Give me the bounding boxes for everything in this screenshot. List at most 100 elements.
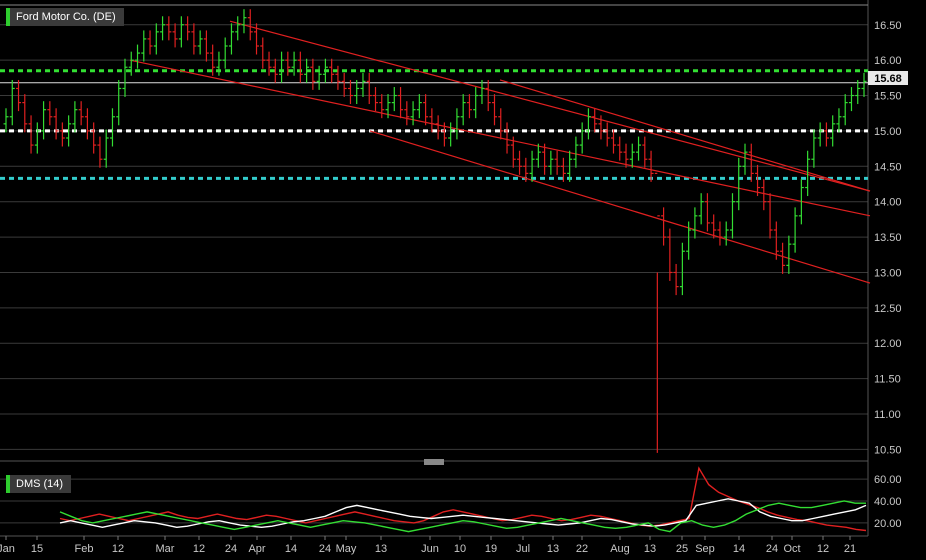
price-bar <box>197 30 203 55</box>
chart-svg: 16.50 16.00 15.50 15.00 14.50 14.00 13.50 13.00… <box>0 0 908 555</box>
x-tick-label: 12 <box>193 543 205 555</box>
price-bar <box>723 221 729 246</box>
price-bar <box>610 129 616 154</box>
price-bar <box>366 72 372 105</box>
x-tick-label: 15 <box>31 543 43 555</box>
x-tick-label: 13 <box>375 543 387 555</box>
price-bar <box>185 16 191 41</box>
price-bar <box>3 108 9 133</box>
y-tick-label: 15.00 <box>874 126 902 138</box>
x-ticks: Jan 15 Feb 12 Mar 12 24 Apr 14 24 May 13 Jun 10 19 Jul 1… <box>0 536 856 555</box>
price-bar <box>160 16 166 41</box>
price-bar <box>109 108 115 147</box>
price-bar <box>748 143 754 182</box>
price-bar <box>297 51 303 83</box>
price-bar <box>466 94 472 119</box>
price-bar <box>698 193 704 225</box>
trend-channel-line <box>499 79 871 192</box>
price-bar <box>28 115 34 154</box>
y-tick-label: 16.50 <box>874 20 902 32</box>
price-bar <box>717 221 723 246</box>
dms-grid <box>0 478 868 537</box>
price-bar <box>203 30 209 62</box>
x-tick-label: 24 <box>766 543 778 555</box>
price-bar <box>241 9 247 34</box>
price-bar <box>78 101 84 126</box>
price-bar <box>792 207 798 253</box>
price-bar <box>592 108 598 133</box>
price-bar <box>416 94 422 119</box>
price-bar <box>354 79 360 105</box>
price-bar <box>235 16 241 41</box>
price-bar <box>166 16 172 41</box>
y-tick-label: 11.50 <box>874 374 901 386</box>
x-tick-label: Sep <box>695 543 715 555</box>
price-y-ticks: 16.50 16.00 15.50 15.00 14.50 14.00 13.50 13.00… <box>874 20 902 457</box>
price-bar <box>842 94 848 126</box>
price-bar <box>742 143 748 175</box>
price-bar <box>360 72 366 97</box>
price-bar <box>679 242 685 296</box>
price-bar <box>585 108 591 140</box>
dms-y-tick-label: 40.00 <box>874 496 902 508</box>
price-bar <box>704 193 710 232</box>
dms-y-tick-label: 60.00 <box>874 474 902 486</box>
price-bar <box>579 122 585 154</box>
price-bar <box>72 101 78 133</box>
price-bar <box>279 51 285 83</box>
x-tick-label: May <box>336 543 357 555</box>
y-tick-label: 12.50 <box>874 303 902 315</box>
pane-divider[interactable] <box>0 459 868 465</box>
price-bar <box>91 122 97 154</box>
price-bar <box>855 79 861 105</box>
x-tick-label: Mar <box>156 543 175 555</box>
x-tick-label: Aug <box>610 543 630 555</box>
price-bar <box>178 16 184 48</box>
price-bar <box>260 37 266 69</box>
y-tick-label: 12.00 <box>874 338 902 350</box>
price-bar <box>373 87 379 112</box>
price-bar <box>692 207 698 239</box>
pane-resize-handle[interactable] <box>424 459 444 465</box>
price-bar <box>122 58 128 97</box>
price-bar <box>97 136 103 168</box>
x-tick-label: 13 <box>547 543 559 555</box>
price-bar <box>448 122 454 147</box>
price-bar <box>786 235 792 274</box>
price-bar <box>429 108 435 133</box>
x-tick-label: Jan <box>0 543 15 555</box>
price-bar <box>498 108 504 140</box>
y-tick-label: 13.00 <box>874 267 902 279</box>
price-bar <box>103 129 109 168</box>
price-bar <box>823 122 829 147</box>
price-bar <box>391 87 397 112</box>
price-bar <box>172 23 178 48</box>
price-bar <box>491 94 497 126</box>
price-bar <box>191 23 197 55</box>
x-tick-label: Apr <box>248 543 265 555</box>
x-tick-label: 12 <box>817 543 829 555</box>
y-tick-label: 16.00 <box>874 55 902 67</box>
price-bar <box>780 242 786 274</box>
price-bar <box>460 94 466 126</box>
x-tick-label: 22 <box>576 543 588 555</box>
price-bar <box>654 172 660 453</box>
last-price-group: 15.68 <box>868 71 908 85</box>
x-tick-label: 25 <box>676 543 688 555</box>
price-bar <box>47 101 53 126</box>
price-bar <box>116 79 122 126</box>
price-bar <box>135 44 141 69</box>
price-bar <box>41 101 47 140</box>
x-tick-label: 12 <box>112 543 124 555</box>
trend-channel-line <box>229 20 871 192</box>
price-bar <box>848 87 854 112</box>
price-bar <box>535 143 541 168</box>
price-bar <box>479 79 485 105</box>
price-bar <box>667 228 673 281</box>
price-bar <box>604 122 610 147</box>
dms-y-ticks: 60.00 40.00 20.00 <box>874 474 902 530</box>
price-bar <box>222 37 228 69</box>
price-bar <box>817 122 823 147</box>
price-bar <box>34 122 40 154</box>
dms-lines <box>59 466 867 533</box>
